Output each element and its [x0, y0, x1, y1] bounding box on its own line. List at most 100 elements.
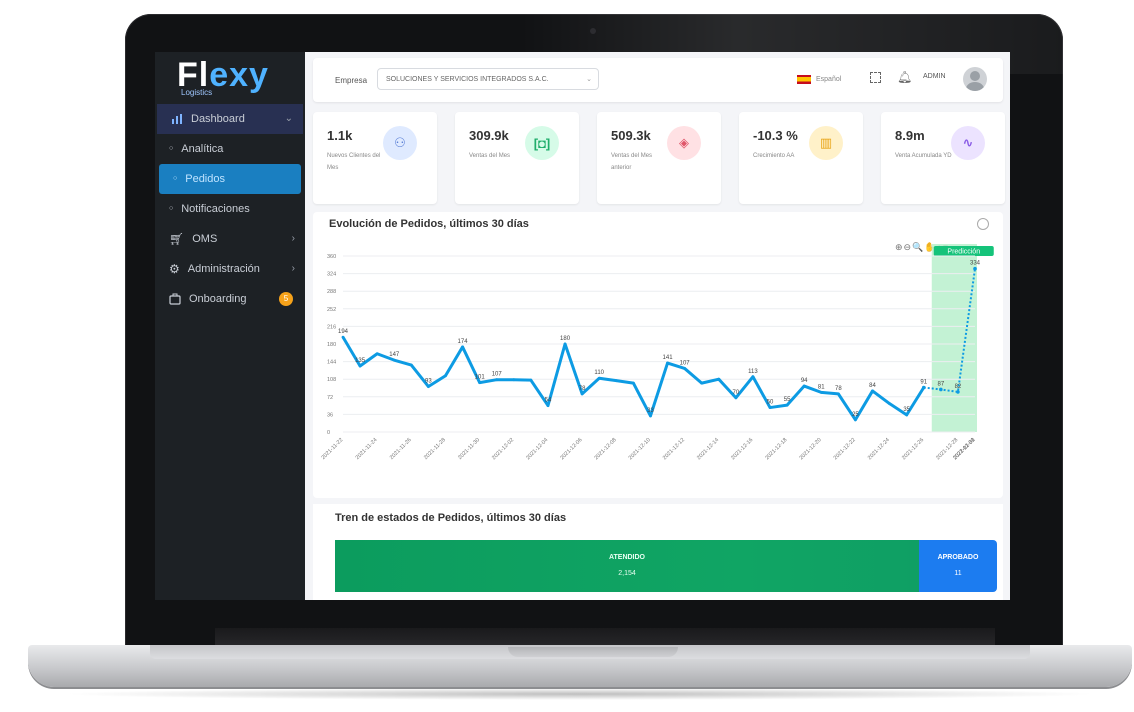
sidebar-item-label: Onboarding [189, 293, 247, 305]
sidebar-item-label: Pedidos [185, 173, 225, 185]
sidebar-nav: Dashboard ⌄ ○ Analítica ○ Pedidos ○ Noti… [155, 104, 305, 314]
x-tick-label: 2021-12-20 [799, 437, 823, 461]
x-tick-label: 2021-12-18 [764, 437, 788, 461]
kpi-label: Venta Acumulada YD [895, 153, 952, 159]
data-label: 78 [835, 386, 842, 392]
data-label: 82 [955, 384, 962, 390]
chart-icon: ▥ [809, 126, 843, 160]
chevron-down-icon: ⌄ [284, 113, 293, 124]
y-tick-label: 252 [327, 307, 336, 313]
bar-value: 11 [954, 570, 962, 577]
kpi-card-venta-acumulada: 8.9m Venta Acumulada YD ∿ [881, 112, 1005, 204]
x-tick-label: 2021-12-16 [730, 437, 754, 461]
sidebar-item-label: Notificaciones [181, 203, 250, 215]
data-label: 141 [663, 355, 674, 361]
data-label: 110 [594, 370, 604, 376]
kpi-card-nuevos-clientes: 1.1k Nuevos Clientes del Mes ⚇ [313, 112, 437, 204]
data-label: 94 [801, 378, 808, 384]
data-label: 54 [545, 398, 552, 404]
bell-icon[interactable]: 🔔︎ [897, 70, 912, 84]
y-tick-label: 108 [327, 377, 336, 383]
x-tick-label: 2021-12-06 [559, 437, 583, 461]
kpi-row: 1.1k Nuevos Clientes del Mes ⚇ 309.9k Ve… [313, 112, 1005, 204]
avatar[interactable] [963, 67, 987, 91]
laptop-notch [508, 647, 678, 657]
empresa-select[interactable]: SOLUCIONES Y SERVICIOS INTEGRADOS S.A.C.… [377, 68, 599, 90]
data-label: 93 [425, 379, 432, 385]
x-tick-label: 2021-11-26 [389, 437, 413, 461]
data-label: 194 [338, 329, 349, 335]
prediction-zone [931, 244, 977, 432]
kpi-label: Nuevos Clientes del Mes [327, 153, 381, 171]
data-label: 334 [970, 261, 981, 267]
data-point [461, 345, 464, 349]
sidebar-item-analitica[interactable]: ○ Analítica [155, 134, 305, 164]
chevron-down-icon: ⌄ [586, 76, 592, 83]
chevron-right-icon: › [291, 233, 295, 244]
empresa-label: Empresa [335, 76, 368, 85]
status-bar-aprobado[interactable]: APROBADO 11 [919, 540, 997, 592]
data-point [939, 387, 943, 392]
x-tick-label: 2021-11-22 [321, 437, 345, 461]
spain-flag-icon[interactable] [797, 75, 811, 84]
briefcase-icon [169, 293, 181, 305]
bar-value: 2,154 [618, 570, 636, 577]
topbar: Empresa SOLUCIONES Y SERVICIOS INTEGRADO… [313, 58, 1003, 102]
data-label: 84 [869, 383, 876, 389]
data-point [973, 266, 977, 271]
data-point [921, 385, 926, 390]
y-tick-label: 360 [327, 254, 336, 260]
data-label: 147 [389, 352, 400, 358]
data-label: 81 [818, 384, 825, 390]
sidebar-item-notificaciones[interactable]: ○ Notificaciones [155, 194, 305, 224]
language-selector[interactable]: Español [816, 76, 841, 83]
data-point [683, 367, 687, 370]
y-tick-label: 0 [327, 430, 330, 436]
data-point [614, 379, 618, 383]
data-point [563, 342, 567, 346]
data-label: 135 [355, 358, 366, 364]
data-point [478, 381, 482, 385]
sidebar-item-pedidos[interactable]: ○ Pedidos [159, 164, 301, 194]
data-point [529, 378, 533, 382]
data-point [734, 396, 738, 400]
data-label: 25 [852, 412, 859, 418]
pulse-icon: ∿ [951, 126, 985, 160]
sidebar-item-onboarding[interactable]: Onboarding 5 [155, 284, 305, 314]
data-label: 180 [560, 336, 571, 342]
sidebar-item-oms[interactable]: 🛒︎ OMS › [155, 224, 305, 254]
data-point [819, 391, 823, 394]
sidebar-item-dashboard[interactable]: Dashboard ⌄ [157, 104, 303, 134]
brand-logo[interactable]: Flexy Logistics [177, 56, 269, 104]
data-point [546, 404, 550, 407]
x-tick-label: 2021-12-08 [594, 437, 618, 461]
sidebar-item-administracion[interactable]: ⚙ Administración › [155, 254, 305, 284]
x-tick-label: 2021-12-24 [867, 437, 891, 461]
bar-label: APROBADO [937, 554, 979, 561]
data-point [631, 381, 635, 385]
money-icon: [◘] [525, 126, 559, 160]
data-point [751, 375, 755, 379]
empresa-value: SOLUCIONES Y SERVICIOS INTEGRADOS S.A.C. [386, 76, 549, 83]
y-tick-label: 288 [327, 289, 336, 295]
app-screen: Flexy Logistics Dashboard ⌄ ○ Analítica … [155, 52, 1010, 600]
data-point [905, 413, 909, 417]
data-point [768, 406, 772, 409]
data-point [512, 378, 516, 382]
bar-label: ATENDIDO [608, 554, 646, 561]
bar-chart-icon [172, 114, 182, 124]
data-point [785, 403, 789, 407]
data-label: 113 [748, 369, 758, 375]
x-tick-label: 2021-12-14 [696, 437, 720, 461]
data-point [392, 358, 396, 362]
fullscreen-icon[interactable] [870, 72, 881, 83]
data-label: 70 [733, 390, 740, 396]
x-tick-label: 2021-12-04 [525, 437, 549, 461]
user-name[interactable]: ADMIN [923, 73, 946, 80]
circle-icon: ○ [173, 175, 178, 182]
gear-icon: ⚙ [169, 262, 180, 276]
camera-icon [590, 28, 596, 34]
orders-chart-card: Evolución de Pedidos, últimos 30 días ⊕⊖… [313, 212, 1003, 498]
status-bar-atendido[interactable]: ATENDIDO 2,154 [335, 540, 919, 592]
trend-title: Tren de estados de Pedidos, últimos 30 d… [335, 512, 567, 524]
